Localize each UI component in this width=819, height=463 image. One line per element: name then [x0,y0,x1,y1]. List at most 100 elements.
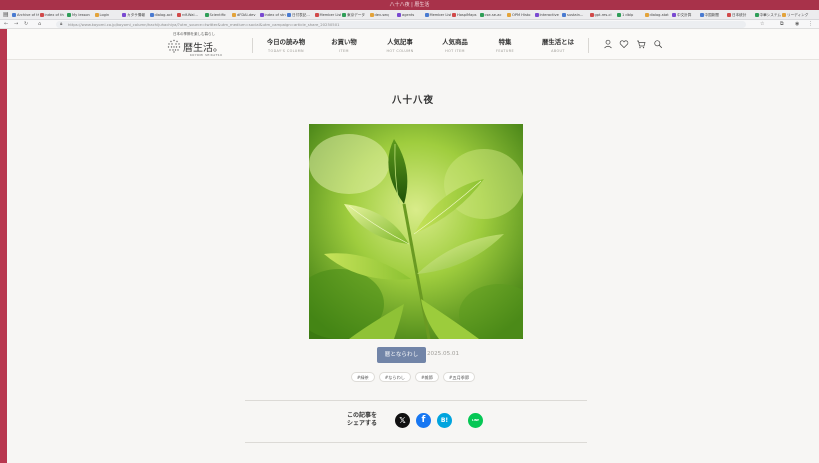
bookmark-favicon-icon [67,13,71,17]
cart-icon[interactable] [636,39,646,49]
bookmark-item[interactable]: 中華システム [754,12,782,18]
bookmark-item[interactable]: index of th [39,12,67,18]
bookmark-item[interactable]: OPM Histo [507,12,534,18]
bookmark-item[interactable]: 1 dblp [617,12,644,18]
bookmark-label: 日付表記... [292,13,310,17]
web-page: 日本の季節を楽しむ暮らし 暦生活。 KOYOMI SEIKATSU 今日の読み物… [7,29,819,463]
bookmark-item[interactable]: リーディング [782,12,809,18]
nav-sublabel: ABOUT [551,49,565,53]
bookmark-favicon-icon [232,13,236,17]
profile-icon[interactable]: ◉ [795,21,799,27]
bookmark-label: dev-seq [374,13,389,17]
tag-custom[interactable]: #ならわし [378,372,411,382]
bookmark-item[interactable]: dFDAI-dev [232,12,259,18]
bookmark-item[interactable]: rdf-Wal... [177,12,204,18]
share-label: この記事を シェアする [347,412,377,428]
article-hero-image [309,124,523,339]
bookmark-item[interactable]: sustain... [562,12,589,18]
nav-label: 人気記事 [387,38,413,46]
nav-label: お買い物 [331,38,357,46]
bookmark-item[interactable]: 日本統計 [727,12,754,18]
bookmark-item[interactable]: agents [397,12,424,18]
bookmark-label: dialog-act [154,13,173,17]
bookmark-item[interactable]: Member List [424,12,451,18]
site-logo[interactable]: 日本の季節を楽しむ暮らし 暦生活。 KOYOMI SEIKATSU [167,32,237,58]
nav-about[interactable]: 暦生活とは ABOUT [528,37,588,53]
bookmark-favicon-icon [122,13,126,17]
bookmark-star-icon[interactable]: ☆ [760,21,764,27]
share-line-button[interactable]: LINE [468,413,483,428]
user-icon[interactable] [603,39,613,49]
share-x-button[interactable]: 𝕏 [395,413,410,428]
publish-date: 2025.05.01 [427,351,460,357]
line-icon: LINE [471,418,480,422]
extensions-icon[interactable]: ⧉ [780,21,784,27]
bookmark-item[interactable]: 日付表記... [287,12,314,18]
bookmark-favicon-icon [204,13,209,17]
forward-icon[interactable]: → [14,21,18,27]
bookmark-favicon-icon [782,13,786,17]
bookmark-item[interactable]: Interactive [534,12,562,18]
bookmark-label: dFDAI-dev [237,13,256,17]
bookmark-item[interactable]: Archive of th [12,12,39,18]
bookmark-favicon-icon [314,13,319,17]
tag-zassetsu[interactable]: #雑節 [415,372,439,382]
heart-icon[interactable] [619,39,629,49]
bookmark-item[interactable]: カタサ情報 [122,12,149,18]
url-input[interactable]: 🔒︎ https://www.koyomi.co.jp/koyomi_colum… [56,21,746,28]
bookmark-label: HospiMaps [457,13,477,17]
lock-icon: 🔒︎ [60,22,63,27]
x-icon: 𝕏 [399,416,406,425]
bookmark-item[interactable]: dev-seq [369,12,397,18]
bookmark-favicon-icon [589,13,594,17]
bookmark-item[interactable]: gpt-res-cl [589,12,617,18]
bookmark-label: 中国新聞 [704,13,719,17]
bookmark-label: カタサ情報 [127,13,145,17]
bookmarks-bar: ▤ Archive of th index of th My lesson Login… [0,10,819,20]
reload-icon[interactable]: ↻ [24,21,28,27]
nav-label: 特集 [498,38,512,46]
window-title: 八十八夜 | 暦生活 [389,2,430,8]
tab-list-icon[interactable]: ▤ [3,11,9,18]
share-hatena-button[interactable]: B! [437,413,452,428]
bookmark-label: Member List [319,13,342,17]
facebook-icon: f [421,415,426,425]
bookmark-favicon-icon [94,13,99,17]
nav-feature[interactable]: 特集 FEATURE [475,37,535,53]
home-icon[interactable]: ⌂ [38,21,41,27]
menu-icon[interactable]: ⋮ [808,21,813,27]
bookmark-label: 1 dblp [622,13,634,17]
bookmark-favicon-icon [12,13,16,17]
bookmark-item[interactable]: dialog-stat [644,12,672,18]
bookmark-item[interactable]: cse-se-ac [479,12,507,18]
bookmark-item[interactable]: Login [94,12,122,18]
bookmark-item[interactable]: dialog-act [149,12,177,18]
bookmark-label: dialog-stat [649,13,669,17]
bookmark-item[interactable]: 東京データ [342,12,369,18]
search-icon[interactable] [653,39,663,49]
window-titlebar: 八十八夜 | 暦生活 [0,0,819,10]
bookmark-favicon-icon [177,13,181,17]
bookmark-item[interactable]: My lesson [67,12,94,18]
back-icon[interactable]: ← [4,21,8,27]
bookmark-item[interactable]: HospiMaps [452,12,479,18]
tag-may-season[interactable]: #五月季節 [442,372,476,382]
nav-hot-column[interactable]: 人気記事 HOT COLUMN [370,37,430,53]
bookmark-label: 日本統計 [732,13,747,17]
divider [245,442,587,443]
tag-green-tea[interactable]: #緑茶 [350,372,375,382]
nav-today-column[interactable]: 今日の読み物 TODAY'S COLUMN [256,37,316,53]
divider [245,400,587,401]
bookmark-favicon-icon [149,13,154,17]
category-button[interactable]: 暦とならわし [377,347,426,363]
share-facebook-button[interactable]: f [416,413,431,428]
bookmark-item[interactable]: 中文計算 [672,12,699,18]
bookmark-item[interactable]: 中国新聞 [699,12,727,18]
bookmark-item[interactable]: Scientific [204,12,232,18]
hatena-icon: B! [440,417,449,424]
bookmark-item[interactable]: index of stn [259,12,287,18]
nav-label: 暦生活とは [542,38,574,46]
bookmark-favicon-icon [562,13,566,17]
bookmark-item[interactable]: Member List [314,12,342,18]
nav-item[interactable]: お買い物 ITEM [314,37,374,53]
